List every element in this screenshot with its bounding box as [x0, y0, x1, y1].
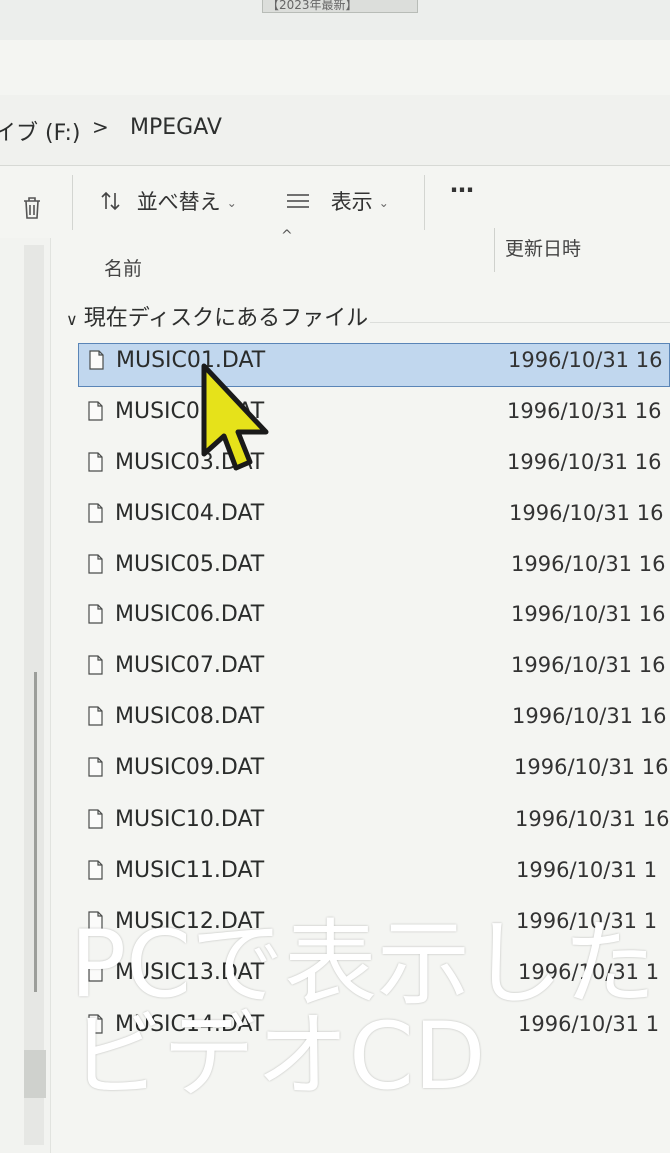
file-row[interactable]: MUSIC09.DAT 1996/10/31 16	[78, 751, 670, 795]
file-date-modified: 1996/10/31 16	[508, 348, 663, 372]
file-row[interactable]: MUSIC07.DAT 1996/10/31 16	[78, 649, 670, 693]
column-header-date-modified[interactable]: 更新日時	[505, 234, 581, 261]
file-icon	[88, 809, 103, 829]
column-header-name[interactable]: 名前	[104, 254, 142, 281]
file-icon	[88, 554, 103, 574]
file-date-modified: 1996/10/31 16	[511, 552, 666, 576]
mouse-pointer-icon	[201, 363, 269, 471]
file-date-modified: 1996/10/31 1	[516, 858, 658, 882]
file-icon	[88, 655, 103, 675]
file-date-modified: 1996/10/31 16	[507, 399, 662, 423]
file-name: MUSIC10.DAT	[115, 807, 265, 832]
file-name: MUSIC08.DAT	[115, 704, 265, 729]
list-lines-icon	[287, 194, 309, 208]
file-date-modified: 1996/10/31 16	[511, 653, 666, 677]
file-row[interactable]: MUSIC10.DAT 1996/10/31 16	[78, 803, 670, 847]
file-icon	[88, 860, 103, 880]
sort-arrows-icon	[101, 191, 120, 211]
caption-line-1: PCで表示した	[70, 910, 657, 1018]
file-row[interactable]: MUSIC08.DAT 1996/10/31 16	[78, 700, 670, 744]
more-options-button[interactable]: …	[450, 170, 474, 198]
video-caption-overlay: PCで表示した ビデオCD	[70, 910, 657, 1110]
file-row[interactable]: MUSIC02.DAT 1996/10/31 16	[78, 395, 670, 439]
navigation-scrollbar-thumb[interactable]	[24, 1050, 46, 1098]
file-name: MUSIC11.DAT	[115, 858, 265, 883]
background-tab[interactable]: 【2023年最新】	[262, 0, 418, 13]
toolbar-separator	[424, 175, 425, 230]
file-row[interactable]: MUSIC06.DAT 1996/10/31 16	[78, 598, 670, 642]
file-name: MUSIC09.DAT	[115, 755, 265, 780]
file-date-modified: 1996/10/31 16	[512, 704, 667, 728]
toolbar-separator	[72, 175, 73, 230]
breadcrumb-drive[interactable]: イブ (F:)	[0, 115, 81, 147]
chevron-down-icon: ⌄	[378, 196, 389, 210]
group-divider	[370, 322, 670, 323]
file-name: MUSIC05.DAT	[115, 552, 265, 577]
file-date-modified: 1996/10/31 16	[515, 807, 670, 831]
file-icon	[88, 706, 103, 726]
column-divider[interactable]	[494, 228, 495, 272]
group-collapse-chevron-icon[interactable]: ∨	[66, 310, 78, 329]
breadcrumb-separator-icon: >	[92, 115, 109, 139]
group-header[interactable]: ∨ 現在ディスクにあるファイル	[66, 300, 368, 332]
file-icon	[88, 452, 103, 472]
navigation-tree-line	[34, 672, 37, 992]
chevron-down-icon: ⌄	[226, 196, 237, 210]
file-row[interactable]: MUSIC03.DAT 1996/10/31 16	[78, 446, 670, 490]
file-date-modified: 1996/10/31 16	[509, 501, 664, 525]
file-name: MUSIC04.DAT	[115, 501, 265, 526]
file-icon	[89, 350, 104, 370]
file-icon	[88, 503, 103, 523]
sort-label: 並べ替え	[136, 190, 221, 214]
file-name: MUSIC07.DAT	[115, 653, 265, 678]
file-name: MUSIC06.DAT	[115, 602, 265, 627]
file-date-modified: 1996/10/31 16	[507, 450, 662, 474]
file-row[interactable]: MUSIC01.DAT 1996/10/31 16	[78, 343, 670, 387]
file-icon	[88, 757, 103, 777]
view-button[interactable]: 表示 ⌄	[286, 186, 389, 216]
sort-button[interactable]: 並べ替え ⌄	[100, 186, 237, 216]
view-label: 表示	[330, 190, 373, 214]
caption-line-2: ビデオCD	[70, 1002, 486, 1110]
trash-icon[interactable]	[22, 196, 42, 220]
breadcrumb-folder[interactable]: MPEGAV	[130, 115, 222, 140]
file-date-modified: 1996/10/31 16	[514, 755, 669, 779]
file-date-modified: 1996/10/31 16	[511, 602, 666, 626]
group-label: 現在ディスクにあるファイル	[83, 306, 369, 331]
file-icon	[88, 604, 103, 624]
file-row[interactable]: MUSIC11.DAT 1996/10/31 1	[78, 854, 670, 898]
sort-ascending-icon: ^	[281, 228, 293, 244]
file-row[interactable]: MUSIC04.DAT 1996/10/31 16	[78, 497, 670, 541]
file-icon	[88, 401, 103, 421]
file-row[interactable]: MUSIC05.DAT 1996/10/31 16	[78, 548, 670, 592]
